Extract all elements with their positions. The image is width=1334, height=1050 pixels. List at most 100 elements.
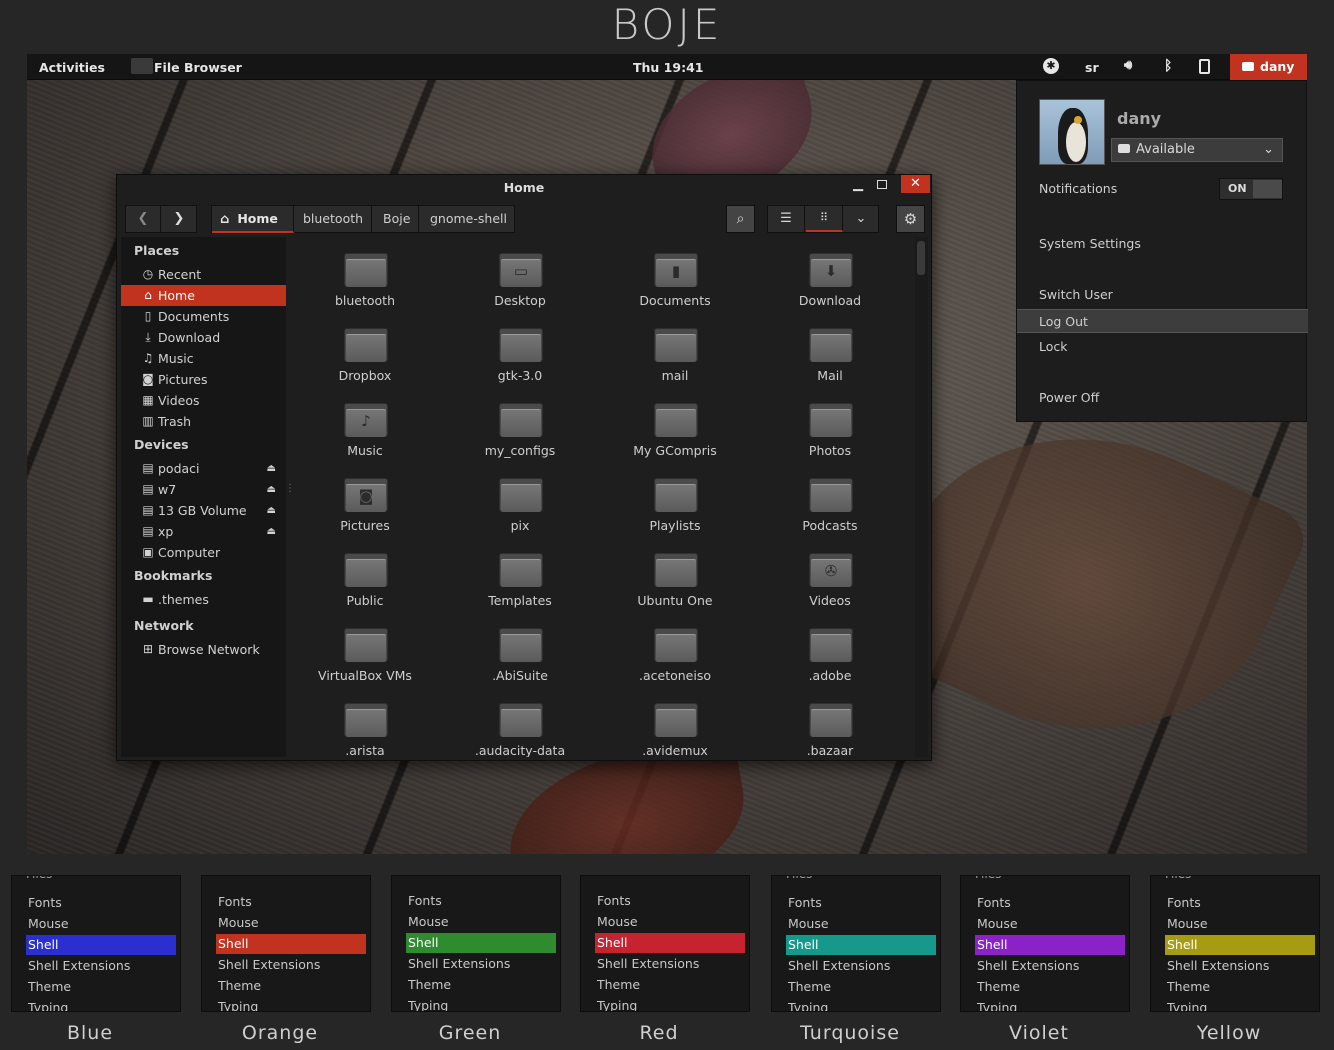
folder-item[interactable]: .arista — [290, 695, 440, 757]
sidebar-item--themes[interactable]: ▬ .themes — [121, 589, 286, 610]
folder-item[interactable]: my_configs — [445, 395, 595, 465]
folder-item[interactable]: Ubuntu One — [600, 545, 750, 615]
switch-user-item[interactable]: Switch User — [1017, 283, 1308, 307]
folder-item[interactable]: .AbiSuite — [445, 620, 595, 690]
settings-item-shell-extensions[interactable]: Shell Extensions — [216, 955, 366, 975]
settings-item-fonts[interactable]: Fonts — [1165, 893, 1315, 913]
settings-item-shell[interactable]: Shell — [786, 935, 936, 955]
eject-icon[interactable]: ⏏ — [267, 479, 276, 500]
eject-icon[interactable]: ⏏ — [267, 521, 276, 542]
sidebar-item-trash[interactable]: ▥ Trash — [121, 411, 286, 432]
bluetooth-icon[interactable]: ᛒ — [1164, 58, 1172, 74]
settings-item-typing[interactable]: Typing — [406, 996, 556, 1011]
sidebar-item-documents[interactable]: ▯ Documents — [121, 306, 286, 327]
sidebar-item-13-gb-volume[interactable]: ▤ 13 GB Volume ⏏ — [121, 500, 286, 521]
settings-item-mouse[interactable]: Mouse — [595, 912, 745, 932]
app-menu-button[interactable]: File Browser — [154, 60, 242, 75]
settings-item-shell[interactable]: Shell — [595, 933, 745, 953]
lock-item[interactable]: Lock — [1017, 335, 1308, 359]
keyboard-layout[interactable]: sr — [1085, 60, 1099, 75]
settings-item-fonts[interactable]: Fonts — [26, 893, 176, 913]
folder-item[interactable]: ▮ Documents — [600, 245, 750, 315]
scrollbar[interactable] — [915, 237, 928, 757]
close-button[interactable]: ✕ — [901, 175, 930, 193]
settings-item-shell[interactable]: Shell — [26, 935, 176, 955]
settings-item-theme[interactable]: Theme — [1165, 977, 1315, 997]
folder-item[interactable]: bluetooth — [290, 245, 440, 315]
sidebar-item-recent[interactable]: ◷ Recent — [121, 264, 286, 285]
notifications-toggle[interactable]: ON — [1219, 178, 1283, 200]
path-boje[interactable]: Boje — [375, 205, 420, 233]
settings-item-theme[interactable]: Theme — [595, 975, 745, 995]
sidebar-item-browse-network[interactable]: ⊞ Browse Network — [121, 639, 286, 660]
settings-item-fonts[interactable]: Fonts — [406, 891, 556, 911]
search-button[interactable]: ⌕ — [726, 205, 755, 233]
sidebar-item-download[interactable]: ⤓ Download — [121, 327, 286, 348]
settings-item-typing[interactable]: Typing — [216, 997, 366, 1011]
folder-item[interactable]: Dropbox — [290, 320, 440, 390]
settings-item-theme[interactable]: Theme — [216, 976, 366, 996]
system-settings-item[interactable]: System Settings — [1017, 232, 1308, 256]
minimize-button[interactable]: ▁ — [853, 177, 863, 192]
settings-item-shell-extensions[interactable]: Shell Extensions — [406, 954, 556, 974]
folder-item[interactable]: ◙ Pictures — [290, 470, 440, 540]
settings-item-fonts[interactable]: Fonts — [216, 892, 366, 912]
settings-item-theme[interactable]: Theme — [975, 977, 1125, 997]
folder-item[interactable]: My GCompris — [600, 395, 750, 465]
eject-icon[interactable]: ⏏ — [267, 500, 276, 521]
sidebar-item-podaci[interactable]: ▤ podaci ⏏ — [121, 458, 286, 479]
path-home[interactable]: ⌂ Home — [212, 205, 294, 233]
accessibility-icon[interactable]: ✱ — [1043, 58, 1059, 74]
settings-item-mouse[interactable]: Mouse — [26, 914, 176, 934]
pane-resize-handle[interactable]: ⋮ — [285, 484, 295, 509]
status-select[interactable]: Available ⌄ — [1111, 138, 1283, 162]
settings-item-shell-extensions[interactable]: Shell Extensions — [975, 956, 1125, 976]
activities-button[interactable]: Activities — [39, 60, 105, 75]
folder-item[interactable]: Photos — [755, 395, 905, 465]
sidebar-item-pictures[interactable]: ◙ Pictures — [121, 369, 286, 390]
folder-item[interactable]: .bazaar — [755, 695, 905, 757]
settings-item-typing[interactable]: Typing — [1165, 998, 1315, 1011]
settings-button[interactable]: ⚙ — [896, 205, 925, 233]
forward-button[interactable]: ❯ — [162, 206, 196, 232]
list-view-button[interactable]: ☰ — [768, 206, 805, 232]
settings-item-fonts[interactable]: Fonts — [786, 893, 936, 913]
folder-item[interactable]: Playlists — [600, 470, 750, 540]
path-bluetooth[interactable]: bluetooth — [295, 205, 373, 233]
settings-item-theme[interactable]: Theme — [786, 977, 936, 997]
volume-icon[interactable]: 🔊︎ — [1124, 58, 1132, 73]
folder-item[interactable]: ▭ Desktop — [445, 245, 595, 315]
eject-icon[interactable]: ⏏ — [267, 458, 276, 479]
settings-item-shell-extensions[interactable]: Shell Extensions — [595, 954, 745, 974]
sidebar-item-w7[interactable]: ▤ w7 ⏏ — [121, 479, 286, 500]
view-options-button[interactable]: ⌄ — [844, 206, 878, 232]
folder-item[interactable]: ♪ Music — [290, 395, 440, 465]
settings-item-mouse[interactable]: Mouse — [975, 914, 1125, 934]
clock[interactable]: Thu 19:41 — [633, 60, 703, 75]
settings-item-mouse[interactable]: Mouse — [786, 914, 936, 934]
settings-item-typing[interactable]: Typing — [595, 996, 745, 1011]
folder-item[interactable]: .avidemux — [600, 695, 750, 757]
sidebar-item-music[interactable]: ♫ Music — [121, 348, 286, 369]
settings-item-shell[interactable]: Shell — [216, 934, 366, 954]
path-gnome-shell[interactable]: gnome-shell — [422, 205, 515, 233]
folder-item[interactable]: .acetoneiso — [600, 620, 750, 690]
settings-item-shell-extensions[interactable]: Shell Extensions — [786, 956, 936, 976]
sidebar-item-xp[interactable]: ▤ xp ⏏ — [121, 521, 286, 542]
folder-item[interactable]: .audacity-data — [445, 695, 595, 757]
battery-icon[interactable] — [1199, 59, 1210, 74]
folder-item[interactable]: Templates — [445, 545, 595, 615]
settings-item-shell-extensions[interactable]: Shell Extensions — [26, 956, 176, 976]
settings-item-shell[interactable]: Shell — [1165, 935, 1315, 955]
settings-item-shell[interactable]: Shell — [975, 935, 1125, 955]
settings-item-typing[interactable]: Typing — [786, 998, 936, 1011]
settings-item-shell[interactable]: Shell — [406, 933, 556, 953]
folder-item[interactable]: Public — [290, 545, 440, 615]
folder-item[interactable]: mail — [600, 320, 750, 390]
folder-item[interactable]: gtk-3.0 — [445, 320, 595, 390]
settings-item-typing[interactable]: Typing — [26, 998, 176, 1011]
folder-item[interactable]: VirtualBox VMs — [290, 620, 440, 690]
settings-item-theme[interactable]: Theme — [406, 975, 556, 995]
scrollbar-thumb[interactable] — [917, 241, 925, 275]
settings-item-mouse[interactable]: Mouse — [406, 912, 556, 932]
